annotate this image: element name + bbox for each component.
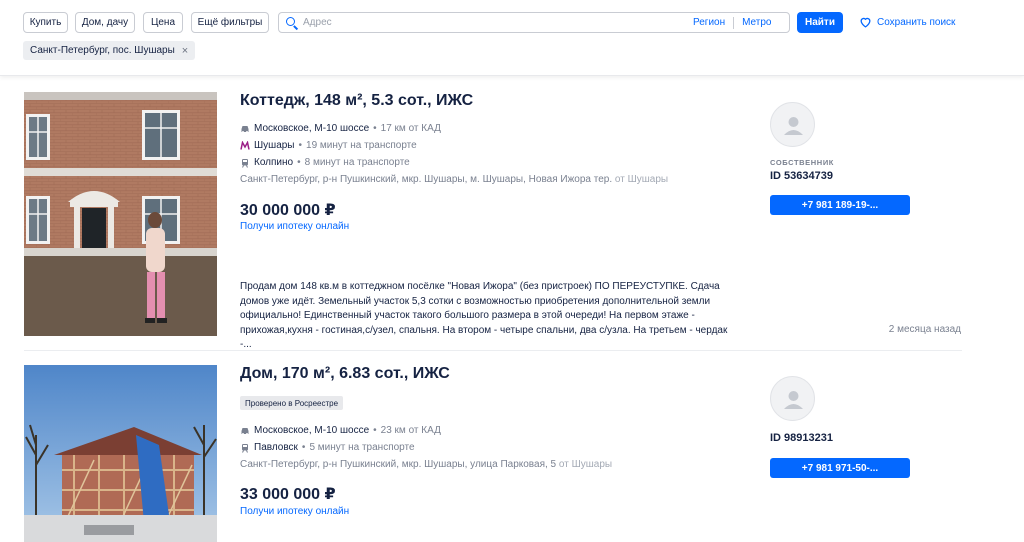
listing-photo[interactable] (24, 92, 217, 336)
listing-price: 30 000 000 ₽ (240, 202, 336, 219)
address-text: Санкт-Петербург, р-н Пушкинский, мкр. Шу… (240, 174, 613, 185)
agent-id: ID 53634739 (770, 170, 833, 182)
listing-title[interactable]: Дом, 170 м², 6.83 сот., ИЖС (240, 365, 450, 383)
transport-row: Московское, М-10 шоссе • 23 км от КАД (240, 425, 441, 436)
address-search-field[interactable]: Регион Метро (278, 12, 790, 33)
separator-dot: • (373, 425, 377, 436)
listing-divider (24, 350, 962, 351)
heart-icon (860, 17, 871, 28)
highway-name: Московское, М-10 шоссе (254, 123, 370, 134)
tag-label: Санкт-Петербург, пос. Шушары (30, 45, 175, 56)
show-phone-button[interactable]: +7 981 189-19-... (770, 195, 910, 215)
divider (733, 16, 735, 29)
listing-card[interactable]: Коттедж, 148 м², 5.3 сот., ИЖС Московско… (24, 92, 962, 350)
separator-dot: • (301, 442, 306, 453)
station-name: Колпино (254, 157, 294, 168)
separator-dot: • (298, 140, 303, 151)
address-suffix: от Шушары (558, 459, 613, 470)
station-name: Павловск (254, 442, 298, 453)
user-icon (784, 391, 803, 409)
search-icon (285, 16, 299, 30)
distance-text: 17 км от КАД (380, 123, 441, 134)
train-icon (240, 443, 250, 453)
user-icon (784, 117, 803, 135)
metro-icon (240, 140, 250, 151)
save-search-button[interactable]: Сохранить поиск (859, 16, 955, 28)
listing-card[interactable]: Дом, 170 м², 6.83 сот., ИЖС Проверено в … (24, 365, 962, 542)
verified-badge: Проверено в Росреестре (240, 396, 344, 410)
listing-address[interactable]: Санкт-Петербург, р-н Пушкинский, мкр. Шу… (240, 174, 668, 185)
address-suffix: от Шушары (614, 174, 669, 185)
separator-dot: • (373, 123, 377, 134)
travel-time: 19 минут на транспорте (306, 140, 417, 151)
avatar[interactable] (770, 376, 815, 421)
train-icon (240, 158, 250, 168)
active-location-tag: Санкт-Петербург, пос. Шушары × (23, 41, 196, 60)
travel-time: 8 минут на транспорте (304, 157, 410, 168)
car-icon (240, 124, 250, 134)
close-icon[interactable]: × (182, 45, 188, 57)
show-phone-button[interactable]: +7 981 971-50-... (770, 458, 910, 478)
mortgage-link[interactable]: Получи ипотеку онлайн (240, 221, 349, 232)
transport-row: Павловск • 5 минут на транспорте (240, 442, 415, 453)
metro-station-name: Шушары (254, 140, 295, 151)
avatar[interactable] (770, 102, 815, 147)
agent-role: СОБСТВЕННИК (770, 158, 834, 167)
address-input[interactable] (303, 17, 693, 28)
listing-price: 33 000 000 ₽ (240, 486, 336, 503)
listing-title[interactable]: Коттедж, 148 м², 5.3 сот., ИЖС (240, 92, 473, 110)
mortgage-link[interactable]: Получи ипотеку онлайн (240, 506, 349, 517)
address-text: Санкт-Петербург, р-н Пушкинский, мкр. Шу… (240, 459, 557, 470)
distance-text: 23 км от КАД (380, 425, 441, 436)
find-button[interactable]: Найти (797, 12, 843, 33)
listing-photo[interactable] (24, 365, 217, 542)
region-link[interactable]: Регион (693, 17, 725, 28)
metro-link[interactable]: Метро (742, 17, 771, 28)
property-type-filter-button[interactable]: Дом, дачу (75, 12, 135, 33)
transport-row: Московское, М-10 шоссе • 17 км от КАД (240, 123, 441, 134)
highway-name: Московское, М-10 шоссе (254, 425, 370, 436)
filter-bar: Купить Дом, дачу Цена Ещё фильтры Регион… (0, 0, 1024, 76)
transport-row: Колпино • 8 минут на транспорте (240, 157, 410, 168)
listing-date: 2 месяца назад (888, 324, 961, 335)
car-icon (240, 426, 250, 436)
transport-row: Шушары • 19 минут на транспорте (240, 140, 417, 151)
price-filter-button[interactable]: Цена (143, 12, 183, 33)
separator-dot: • (297, 157, 301, 168)
save-search-label: Сохранить поиск (877, 16, 956, 28)
agent-id: ID 98913231 (770, 432, 833, 444)
more-filters-button[interactable]: Ещё фильтры (191, 12, 269, 33)
travel-time: 5 минут на транспорте (309, 442, 415, 453)
buy-filter-button[interactable]: Купить (23, 12, 68, 33)
listing-address[interactable]: Санкт-Петербург, р-н Пушкинский, мкр. Шу… (240, 459, 612, 470)
listing-description[interactable]: Продам дом 148 кв.м в коттеджном посёлке… (240, 280, 734, 353)
